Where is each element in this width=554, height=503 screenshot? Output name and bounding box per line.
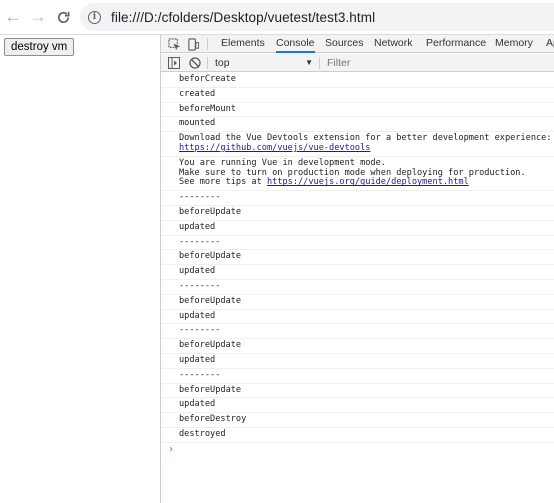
console-message: beforCreate [161,73,554,88]
console-message-text: beforeUpdate [179,251,242,262]
console-message-text: beforeMount [179,103,236,114]
device-toolbar-icon[interactable] [185,36,201,52]
dropdown-arrow-icon: ▼ [305,58,313,67]
console-toolbar: top ▼ [161,54,554,72]
console-message: -------- [161,369,554,384]
console-prompt[interactable]: › [161,443,554,457]
console-message-text: destroyed [179,428,226,439]
console-message-text: created [179,88,216,99]
console-message: beforeUpdate [161,206,554,221]
prompt-chevron-icon: › [168,443,175,455]
console-message-text: -------- [179,236,221,247]
devtools-panel: Elements Console Sources Network Performance… [160,35,554,503]
console-message-text: -------- [179,192,221,203]
context-selector-value: top [215,57,230,69]
console-message-text: Download the Vue Devtools extension for … [179,133,552,144]
console-message-text: updated [179,354,216,365]
clear-console-icon[interactable] [187,55,203,71]
console-message: beforeMount [161,103,554,118]
console-message: beforeUpdate [161,295,554,310]
console-message-text: mounted [179,118,216,129]
tab-memory[interactable]: Memory [495,35,533,53]
console-message-text: updated [179,266,216,277]
console-message-text: beforeUpdate [179,384,242,395]
tab-ap[interactable]: Ap [546,35,554,53]
forward-arrow-icon[interactable]: → [27,6,49,28]
context-selector[interactable]: top ▼ [211,55,317,71]
console-message: destroyed [161,428,554,443]
console-message: updated [161,398,554,414]
toolbar-divider [319,57,320,69]
console-message: beforeDestroy [161,413,554,428]
tab-network[interactable]: Network [374,35,413,53]
console-message: updated [161,310,554,325]
console-message-text: -------- [179,369,221,380]
url-text[interactable]: file:///D:/cfolders/Desktop/vuetest/test… [111,10,375,25]
toolbar-divider [207,57,208,69]
console-message: updated [161,265,554,280]
console-link[interactable]: https://github.com/vuejs/vue-devtools [179,143,370,153]
sidebar-toggle-icon[interactable] [166,55,182,71]
inspect-element-icon[interactable] [166,36,182,52]
console-message: mounted [161,117,554,133]
console-message: You are running Vue in development mode.… [161,157,554,192]
console-message: created [161,88,554,103]
console-message-text: beforeUpdate [179,340,242,351]
console-output[interactable]: beforCreate created beforeMount mounted Down… [161,73,554,503]
console-message-text: beforCreate [179,74,236,84]
console-link[interactable]: https://vuejs.org/guide/deployment.html [267,177,469,187]
console-message: beforeUpdate [161,384,554,399]
console-message: -------- [161,236,554,251]
console-message: -------- [161,324,554,340]
console-message-text: updated [179,221,216,232]
console-message-text: updated [179,310,216,321]
console-message: beforeUpdate [161,250,554,266]
address-bar[interactable]: i file:///D:/cfolders/Desktop/vuetest/te… [80,3,554,31]
console-message: Download the Vue Devtools extension for … [161,132,554,157]
console-message-text: beforeUpdate [179,295,242,306]
back-arrow-icon[interactable]: ← [2,6,24,28]
tab-sources[interactable]: Sources [325,35,364,53]
page-viewport: destroy vm [0,35,160,503]
console-filter-input[interactable] [323,55,554,71]
console-message-text: updated [179,399,216,410]
console-message-text: beforeDestroy [179,414,247,425]
console-message-text: beforeUpdate [179,206,242,217]
console-message: updated [161,221,554,236]
tab-console[interactable]: Console [276,35,315,53]
console-message: updated [161,354,554,369]
console-message: beforeUpdate [161,339,554,354]
destroy-vm-button[interactable]: destroy vm [4,38,75,56]
tab-performance[interactable]: Performance [426,35,486,53]
browser-toolbar: ← → i file:///D:/cfolders/Desktop/vuetes… [0,0,554,35]
console-message-text: -------- [179,325,221,336]
console-message: -------- [161,191,554,206]
console-message: -------- [161,280,554,295]
info-icon[interactable]: i [88,10,101,24]
reload-icon[interactable] [52,6,74,28]
devtools-tab-bar: Elements Console Sources Network Performance… [161,35,554,53]
console-message-text: -------- [179,280,221,291]
tab-elements[interactable]: Elements [221,35,265,53]
toolbar-divider [207,38,208,50]
